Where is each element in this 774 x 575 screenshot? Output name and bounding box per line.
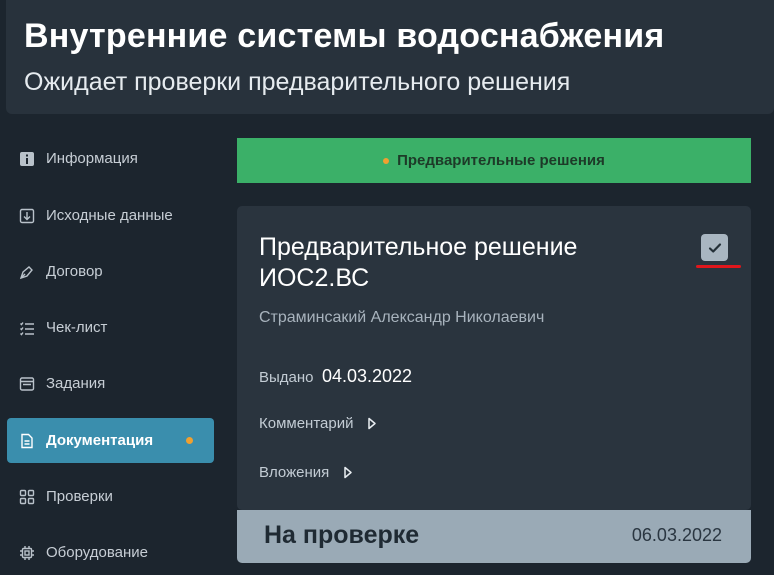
page-subtitle: Ожидает проверки предварительного решени… [24,68,571,96]
page-header: Внутренние системы водоснабжения Ожидает… [6,0,774,114]
attachments-toggle[interactable]: Вложения [259,464,353,481]
approve-checkbox[interactable] [701,234,728,261]
preliminary-decisions-banner: Предварительные решения [237,138,751,183]
issued-label: Выдано [259,369,314,386]
banner-label: Предварительные решения [397,152,605,169]
sidebar-item-label: Задания [46,375,106,392]
sidebar-item-label: Чек-лист [46,319,108,336]
attachments-label: Вложения [259,464,330,481]
red-underline [696,265,741,268]
page-title: Внутренние системы водоснабжения [24,17,665,55]
checklist-icon [19,320,35,336]
sidebar-item-equipment[interactable]: Оборудование [7,530,214,575]
sidebar-item-label: Проверки [46,488,113,505]
sidebar-item-label: Документация [46,432,154,449]
sidebar-item-documentation[interactable]: Документация [7,418,214,463]
status-dot [383,157,390,164]
sidebar-item-label: Исходные данные [46,207,173,224]
checkmark-icon [708,242,721,253]
issued-date-row: Выдано 04.03.2022 [259,366,412,387]
sidebar-item-source-data[interactable]: Исходные данные [7,193,214,238]
issued-date: 04.03.2022 [321,366,413,386]
sidebar-item-label: Оборудование [46,544,149,561]
notification-dot [186,437,193,444]
sidebar-item-contract[interactable]: Договор [7,249,214,294]
comment-label: Комментарий [259,415,354,432]
sidebar-item-info[interactable]: Информация [7,136,214,181]
caret-right-icon [368,417,377,430]
decision-card: Предварительное решение ИОС2.ВС Страминс… [237,206,751,510]
sidebar-item-label: Информация [46,150,138,167]
sidebar-item-checks[interactable]: Проверки [7,474,214,519]
author-name: Страминсакий Александр Николаевич [259,309,545,326]
grid-icon [19,489,35,505]
sidebar-item-checklist[interactable]: Чек-лист [7,305,214,350]
document-icon [19,433,35,449]
info-icon [19,151,35,167]
status-label: На проверке [264,521,420,549]
download-icon [19,208,35,224]
status-date: 06.03.2022 [631,525,722,545]
sidebar-item-label: Договор [46,263,103,280]
comment-toggle[interactable]: Комментарий [259,415,377,432]
decision-title: Предварительное решение ИОС2.ВС [259,233,578,292]
chip-icon [19,545,35,561]
caret-right-icon [344,466,353,479]
sidebar-item-tasks[interactable]: Задания [7,361,214,406]
status-bar: На проверке 06.03.2022 [237,510,751,563]
tasks-icon [19,376,35,392]
pen-icon [19,264,35,280]
